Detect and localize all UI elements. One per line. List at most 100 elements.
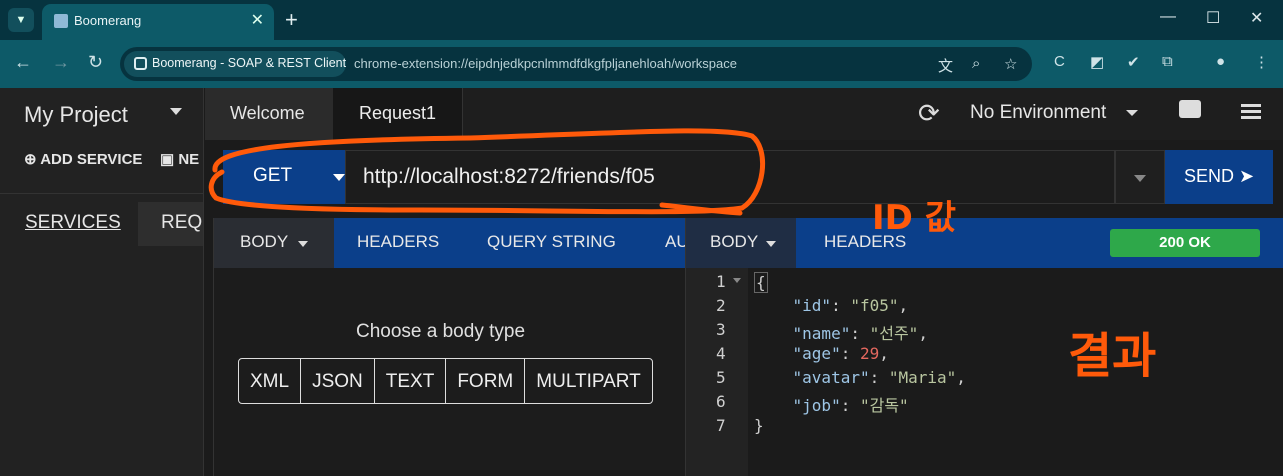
extension-c-icon[interactable]: C: [1054, 53, 1065, 70]
add-service-label: ADD SERVICE: [40, 151, 143, 168]
json-separator: ,: [956, 368, 966, 387]
forward-icon[interactable]: →: [52, 52, 70, 73]
request-tab-auth[interactable]: AU: [665, 232, 686, 252]
sidebar: My Project ⊕ ADD SERVICE ▣ NE SERVICES R…: [0, 88, 204, 476]
annotation-id-value: ID 값: [872, 198, 956, 238]
body-type-form-button[interactable]: FORM: [446, 359, 526, 403]
browser-tabstrip: ▼ Boomerang ✕ + — ☐ ✕: [0, 0, 1283, 40]
browser-tab[interactable]: Boomerang ✕: [42, 4, 274, 40]
status-badge: 200 OK: [1110, 229, 1260, 257]
extensions-puzzle-icon[interactable]: ⧉: [1162, 53, 1173, 70]
json-value: "감독": [859, 396, 909, 415]
response-tab-body-label: BODY: [710, 232, 759, 251]
body-type-json-button[interactable]: JSON: [301, 359, 375, 403]
line-number: 3: [716, 320, 726, 339]
extension-check-icon[interactable]: ✔: [1127, 53, 1140, 71]
send-button[interactable]: SEND ➤: [1165, 150, 1273, 204]
tab-services[interactable]: SERVICES: [25, 212, 121, 234]
hamburger-menu-icon[interactable]: [1241, 104, 1261, 120]
boomerang-favicon-icon: [54, 14, 68, 28]
request-url-input[interactable]: http://localhost:8272/friends/f05: [345, 150, 1115, 204]
url-dropdown-caret-icon: [1134, 175, 1146, 182]
boomerang-app: My Project ⊕ ADD SERVICE ▣ NE SERVICES R…: [0, 88, 1283, 476]
code-line-avatar: "avatar": "Maria",: [792, 368, 966, 387]
fold-caret-icon[interactable]: [733, 278, 741, 283]
translate-icon[interactable]: 文: [938, 55, 953, 76]
sidebar-divider: [0, 193, 203, 194]
line-number: 6: [716, 392, 726, 411]
back-icon[interactable]: ←: [14, 52, 32, 73]
window-close-icon[interactable]: ✕: [1250, 8, 1263, 28]
new-button[interactable]: ▣ NE: [160, 150, 199, 168]
json-key: "avatar": [792, 368, 870, 387]
json-open-brace: {: [754, 272, 768, 293]
maximize-icon[interactable]: ☐: [1206, 8, 1220, 28]
json-value: "Maria": [888, 368, 957, 387]
body-type-label: Choose a body type: [356, 321, 526, 342]
minimize-icon[interactable]: —: [1160, 8, 1176, 26]
code-line-job: "job": "감독": [792, 396, 909, 415]
body-type-text-button[interactable]: TEXT: [375, 359, 447, 403]
chat-icon[interactable]: [1179, 100, 1201, 118]
site-info-chip[interactable]: Boomerang - SOAP & REST Client: [124, 51, 346, 77]
json-value: 29: [859, 344, 880, 363]
json-separator: ,: [898, 296, 909, 315]
response-panel: BODY HEADERS 200 OK 1 2 3 4 5 6 7 { "id"…: [685, 218, 1283, 476]
address-bar[interactable]: Boomerang - SOAP & REST Client chrome-ex…: [120, 47, 1032, 81]
response-body-caret-icon: [766, 241, 776, 247]
method-label: GET: [253, 165, 293, 186]
line-number: 2: [716, 296, 726, 315]
response-tab-body[interactable]: BODY: [686, 218, 796, 268]
address-url[interactable]: chrome-extension://eipdnjedkpcnlmmdfdkgf…: [354, 56, 737, 71]
url-history-dropdown[interactable]: [1115, 150, 1165, 204]
json-key: "name": [792, 324, 851, 343]
browser-tab-title: Boomerang: [74, 13, 142, 28]
browser-toolbar: ← → ↻ Boomerang - SOAP & REST Client chr…: [0, 40, 1283, 88]
new-tab-icon[interactable]: +: [285, 7, 298, 33]
line-number: 4: [716, 344, 726, 363]
request-tab-body[interactable]: BODY: [214, 218, 334, 268]
environment-caret-icon[interactable]: [1126, 110, 1138, 116]
line-number-gutter: 1 2 3 4 5 6 7: [686, 268, 748, 476]
annotation-result: 결과: [1068, 328, 1157, 384]
body-caret-icon: [298, 241, 308, 247]
profile-avatar-icon[interactable]: ●: [1216, 53, 1225, 70]
json-value: "선주": [869, 324, 919, 343]
request-tab-headers[interactable]: HEADERS: [357, 232, 439, 252]
tab-requests[interactable]: REQU: [138, 202, 203, 246]
body-type-xml-button[interactable]: XML: [239, 359, 302, 403]
extension-icon: [134, 57, 147, 70]
method-caret-icon: [333, 174, 345, 181]
json-key: "age": [792, 344, 841, 363]
json-separator: ,: [918, 324, 928, 343]
more-menu-icon[interactable]: ⋮: [1254, 53, 1269, 71]
code-line-id: "id": "f05",: [792, 296, 909, 315]
tab-welcome[interactable]: Welcome: [205, 88, 333, 140]
add-service-button[interactable]: ⊕ ADD SERVICE: [24, 150, 142, 168]
request-url-row: GET http://localhost:8272/friends/f05 SE…: [205, 148, 1283, 206]
extension-2-icon[interactable]: ◩: [1090, 53, 1104, 71]
bookmark-star-icon[interactable]: ☆: [1004, 55, 1017, 73]
tab-search-chevron-icon[interactable]: ▼: [8, 8, 34, 32]
request-tabs: BODY HEADERS QUERY STRING AU: [214, 218, 686, 268]
request-tab-body-label: BODY: [240, 232, 289, 251]
close-tab-icon[interactable]: ✕: [251, 10, 264, 30]
new-button-label: NE: [178, 151, 200, 168]
json-close-brace: }: [754, 416, 764, 435]
workspace-tabbar: Welcome Request1 ⟳ No Environment: [205, 88, 1283, 140]
refresh-icon[interactable]: ⟳: [918, 98, 940, 129]
body-type-multipart-button[interactable]: MULTIPART: [525, 359, 652, 403]
line-number: 5: [716, 368, 726, 387]
line-number: 1: [716, 272, 726, 291]
request-tab-query-string[interactable]: QUERY STRING: [487, 232, 616, 252]
zoom-icon[interactable]: ⌕: [972, 55, 980, 72]
json-key: "id": [792, 296, 832, 315]
json-separator: ,: [879, 344, 889, 363]
method-select[interactable]: GET: [223, 150, 345, 204]
project-dropdown-caret-icon[interactable]: [170, 108, 182, 115]
project-title[interactable]: My Project: [24, 102, 128, 128]
code-line-age: "age": 29,: [792, 344, 889, 363]
reload-icon[interactable]: ↻: [88, 52, 103, 73]
environment-selector[interactable]: No Environment: [970, 102, 1106, 124]
tab-request1[interactable]: Request1: [333, 88, 463, 140]
